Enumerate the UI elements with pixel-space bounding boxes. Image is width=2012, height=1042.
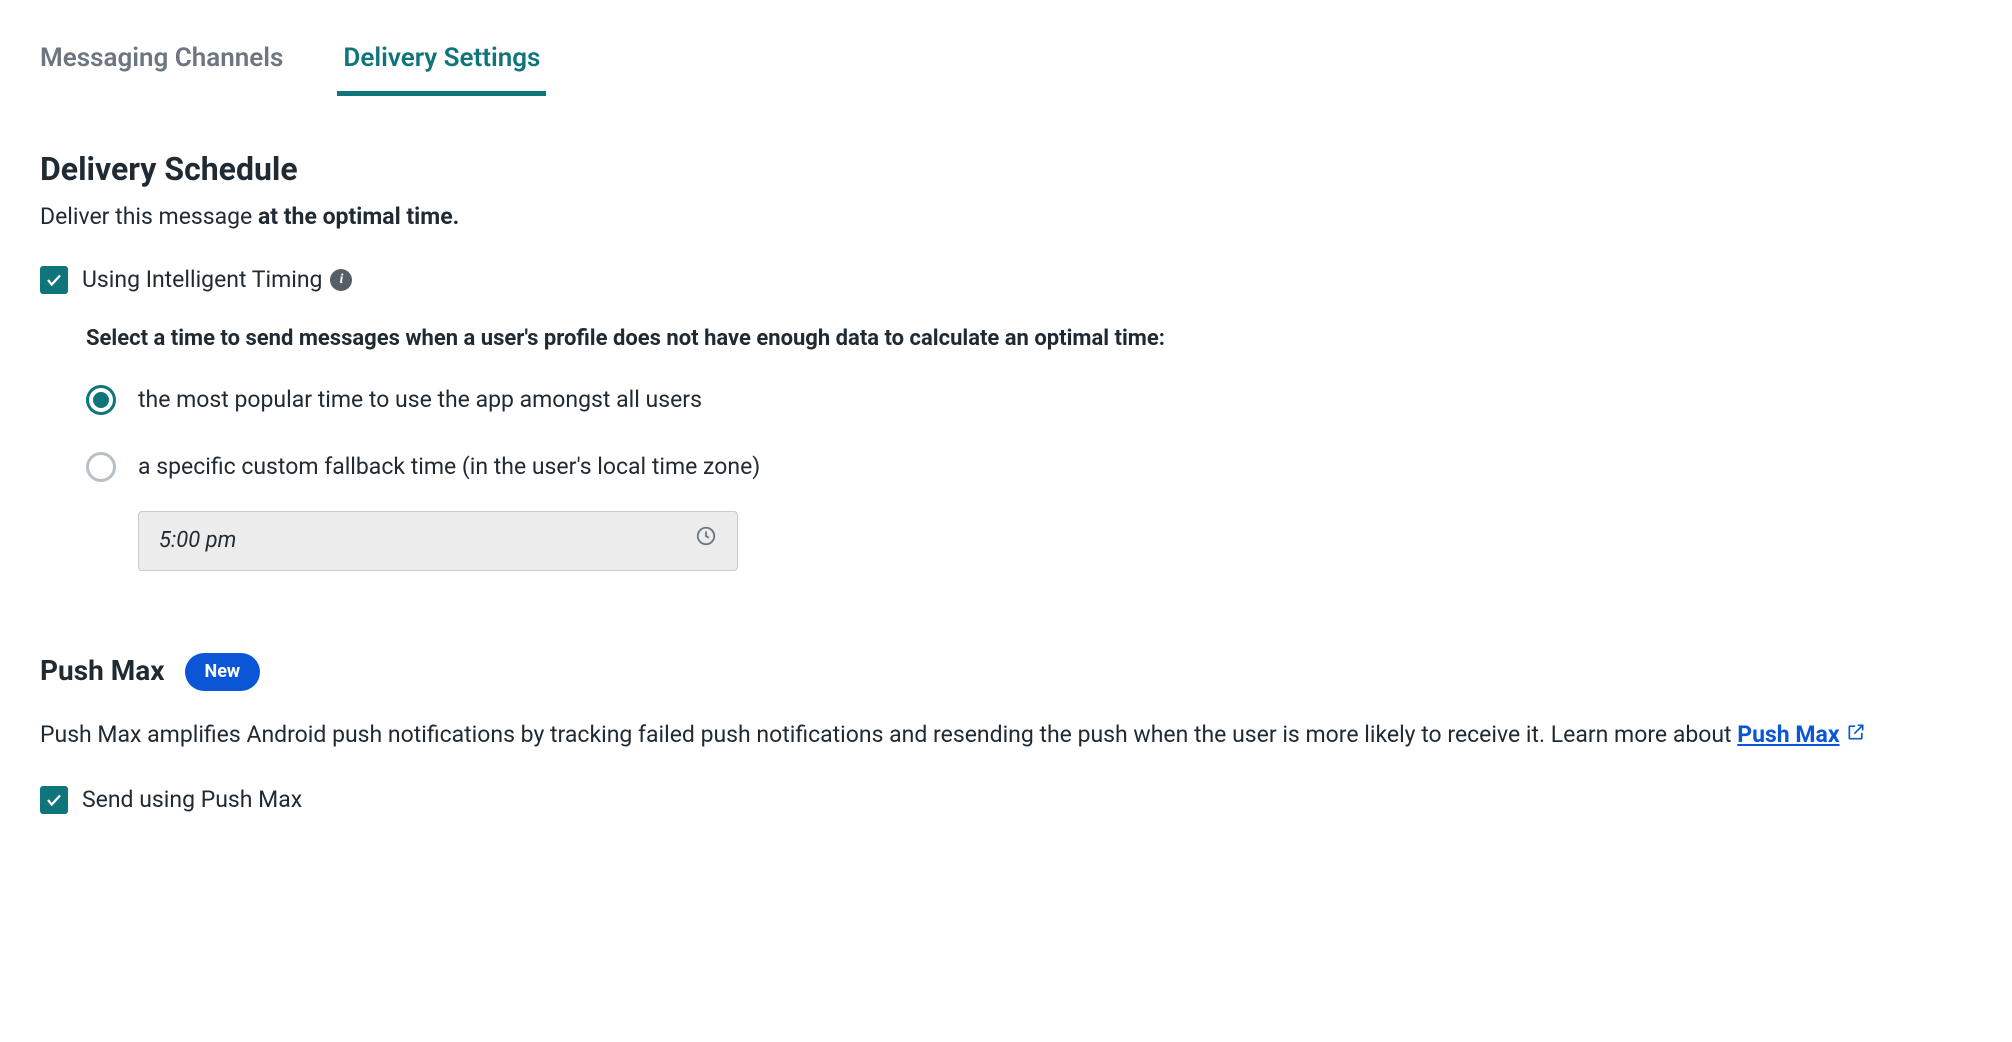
pushmax-checkbox-label: Send using Push Max bbox=[82, 783, 302, 816]
radio-dot bbox=[93, 392, 109, 408]
pushmax-title: Push Max bbox=[40, 651, 165, 692]
tab-delivery-settings[interactable]: Delivery Settings bbox=[343, 30, 540, 96]
radio-option-popular[interactable]: the most popular time to use the app amo… bbox=[86, 383, 966, 416]
radio-popular[interactable] bbox=[86, 385, 116, 415]
fallback-prompt: Select a time to send messages when a us… bbox=[86, 323, 1972, 355]
pushmax-link[interactable]: Push Max bbox=[1737, 718, 1865, 751]
fallback-time-input[interactable]: 5:00 pm bbox=[138, 511, 738, 571]
pushmax-header: Push Max New bbox=[40, 651, 1972, 692]
pushmax-checkbox-row: Send using Push Max bbox=[40, 783, 1972, 816]
new-badge: New bbox=[185, 653, 261, 691]
pushmax-checkbox[interactable] bbox=[40, 786, 68, 814]
delivery-schedule-title: Delivery Schedule bbox=[40, 146, 1972, 192]
intelligent-timing-options: Select a time to send messages when a us… bbox=[40, 323, 1972, 572]
external-link-icon bbox=[1846, 718, 1866, 751]
check-icon bbox=[45, 271, 63, 289]
intelligent-timing-checkbox[interactable] bbox=[40, 266, 68, 294]
tab-messaging-channels[interactable]: Messaging Channels bbox=[40, 30, 283, 96]
intelligent-timing-row: Using Intelligent Timing i bbox=[40, 263, 1972, 296]
check-icon bbox=[45, 791, 63, 809]
pushmax-description: Push Max amplifies Android push notifica… bbox=[40, 718, 1900, 751]
subtitle-bold: at the optimal time. bbox=[258, 203, 459, 230]
radio-popular-label: the most popular time to use the app amo… bbox=[138, 383, 702, 416]
tabs: Messaging Channels Delivery Settings bbox=[40, 30, 1972, 96]
info-icon[interactable]: i bbox=[330, 269, 352, 291]
delivery-schedule-subtitle: Deliver this message at the optimal time… bbox=[40, 200, 1972, 233]
clock-icon bbox=[695, 525, 717, 557]
radio-option-custom[interactable]: a specific custom fallback time (in the … bbox=[86, 450, 966, 483]
time-value: 5:00 pm bbox=[159, 525, 236, 557]
intelligent-timing-text: Using Intelligent Timing bbox=[82, 263, 322, 296]
pushmax-desc-text: Push Max amplifies Android push notifica… bbox=[40, 721, 1737, 748]
subtitle-prefix: Deliver this message bbox=[40, 203, 258, 230]
radio-custom-label: a specific custom fallback time (in the … bbox=[138, 450, 760, 483]
radio-custom[interactable] bbox=[86, 452, 116, 482]
intelligent-timing-label: Using Intelligent Timing i bbox=[82, 263, 352, 296]
pushmax-link-text: Push Max bbox=[1737, 718, 1839, 751]
time-input-wrap: 5:00 pm bbox=[138, 511, 1972, 571]
